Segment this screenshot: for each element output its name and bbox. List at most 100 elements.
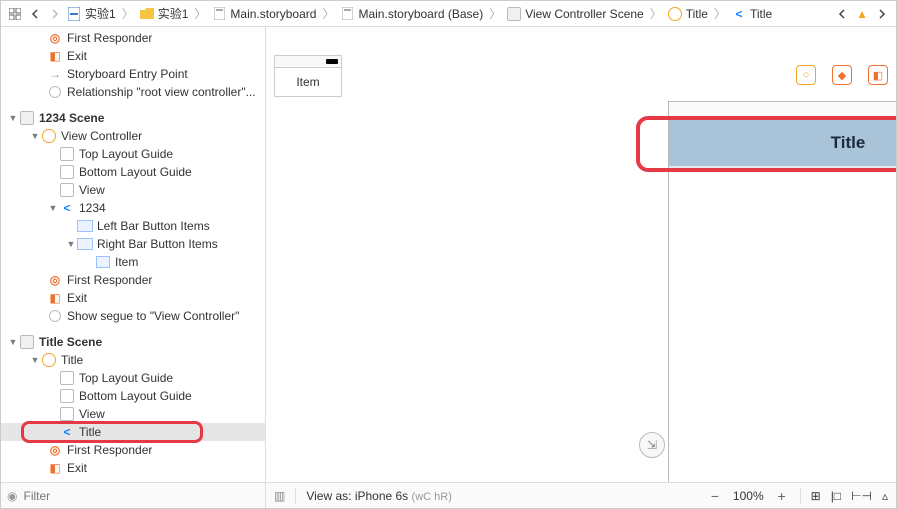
breadcrumb-label: Title — [750, 7, 772, 21]
filter-icon: ◉ — [7, 489, 17, 503]
breadcrumb-item-project[interactable]: 实验1 — [67, 5, 116, 22]
navbar-title[interactable]: Title — [831, 133, 866, 153]
storyboard-file-icon — [340, 7, 354, 21]
outline-row-right-bar[interactable]: ▼ Right Bar Button Items — [1, 235, 265, 253]
outline-row-relationship[interactable]: Relationship "root view controller"... — [1, 83, 265, 101]
document-outline[interactable]: ◎ First Responder ◧ Exit →Storyboard Entry… — [1, 27, 266, 482]
view-icon — [59, 407, 75, 421]
constraints-tool-1[interactable]: ⊞ — [811, 489, 821, 503]
exit-button[interactable]: ◧ — [868, 65, 888, 85]
bar-button-item-icon — [95, 255, 111, 269]
outline-label: Title — [79, 425, 101, 439]
layout-guide-icon — [59, 389, 75, 403]
disclosure-icon[interactable]: ▼ — [47, 203, 59, 213]
next-counterpart-button[interactable] — [874, 6, 890, 22]
select-vc-button[interactable]: ○ — [796, 65, 816, 85]
disclosure-icon[interactable]: ▼ — [29, 131, 41, 141]
forward-button[interactable] — [47, 6, 63, 22]
back-button[interactable] — [27, 6, 43, 22]
breadcrumb-item-storyboard-base[interactable]: Main.storyboard (Base) — [340, 7, 483, 21]
breadcrumb-item-scene[interactable]: View Controller Scene — [507, 7, 644, 21]
status-bar — [669, 102, 896, 120]
mini-navbar-item: Item — [296, 75, 319, 89]
segue-icon — [47, 309, 63, 323]
disclosure-icon[interactable]: ▼ — [29, 355, 41, 365]
outline-row-bottom-guide-2[interactable]: Bottom Layout Guide — [1, 387, 265, 405]
device-canvas[interactable]: Title — [668, 101, 896, 482]
chevron-right-icon: 〉 — [322, 5, 334, 22]
outline-row-first-responder-3[interactable]: ◎First Responder — [1, 441, 265, 459]
exit-icon: ◧ — [47, 461, 63, 475]
outline-row-title-scene[interactable]: ▼ Title Scene — [1, 333, 265, 351]
outline-label: Top Layout Guide — [79, 371, 173, 385]
warning-icon[interactable]: ▲ — [856, 7, 868, 21]
outline-row-exit-2[interactable]: ◧Exit — [1, 289, 265, 307]
outline-label: Right Bar Button Items — [97, 237, 218, 251]
chevron-right-icon: 〉 — [194, 5, 206, 22]
toggle-outline-icon[interactable]: ▥ — [274, 489, 285, 503]
navigation-bar[interactable]: Title — [669, 120, 896, 166]
outline-row-left-bar[interactable]: Left Bar Button Items — [1, 217, 265, 235]
first-responder-button[interactable]: ◆ — [832, 65, 852, 85]
zoom-in-button[interactable]: + — [774, 488, 790, 504]
outline-row-item[interactable]: Item — [1, 253, 265, 271]
exit-icon: ◧ — [47, 49, 63, 63]
outline-row-bottom-guide[interactable]: Bottom Layout Guide — [1, 163, 265, 181]
navbar-bottom-separator — [669, 166, 896, 170]
outline-label: Exit — [67, 291, 87, 305]
scene-toolbar: ○ ◆ ◧ — [796, 65, 888, 85]
bar-items-icon — [77, 237, 93, 251]
outline-row-scene-1234[interactable]: ▼1234 Scene — [1, 109, 265, 127]
scene-icon — [19, 111, 35, 125]
outline-row-entry[interactable]: →Storyboard Entry Point — [1, 65, 265, 83]
outline-row-nav-1234[interactable]: ▼<1234 — [1, 199, 265, 217]
outline-label: Item — [115, 255, 138, 269]
outline-label: First Responder — [67, 31, 152, 45]
outline-row-first-responder-truncated[interactable]: ◎ First Responder — [1, 29, 265, 47]
first-responder-icon: ◎ — [47, 31, 63, 45]
disclosure-icon[interactable]: ▼ — [7, 337, 19, 347]
layout-guide-icon — [59, 165, 75, 179]
mini-scene-preview[interactable]: Item — [274, 55, 342, 482]
outline-row-title-vc[interactable]: ▼ Title — [1, 351, 265, 369]
related-items-icon[interactable] — [7, 6, 23, 22]
outline-row-top-guide[interactable]: Top Layout Guide — [1, 145, 265, 163]
zoom-out-button[interactable]: − — [707, 488, 723, 504]
storyboard-canvas[interactable]: Item ○ ◆ ◧ Title ⇲ — [266, 27, 896, 482]
constraints-tool-4[interactable]: ▵ — [882, 489, 888, 503]
scene-icon — [507, 7, 521, 21]
outline-row-top-guide-2[interactable]: Top Layout Guide — [1, 369, 265, 387]
outline-filter-bar: ◉ — [1, 482, 265, 508]
breadcrumb-item-folder[interactable]: 实验1 — [140, 5, 189, 22]
outline-label: Bottom Layout Guide — [79, 389, 192, 403]
outline-row-exit[interactable]: ◧ Exit — [1, 47, 265, 65]
zoom-level: 100% — [733, 489, 764, 503]
outline-label: Exit — [67, 49, 87, 63]
view-as-label[interactable]: View as: iPhone 6s (wC hR) — [306, 489, 452, 503]
disclosure-icon[interactable]: ▼ — [7, 113, 19, 123]
outline-label: Title Scene — [39, 335, 102, 349]
breadcrumb-label: View Controller Scene — [525, 7, 644, 21]
outline-row-exit-3[interactable]: ◧Exit — [1, 459, 265, 477]
outline-row-view[interactable]: View — [1, 181, 265, 199]
first-responder-icon: ◎ — [47, 443, 63, 457]
chevron-right-icon: 〉 — [650, 5, 662, 22]
constraints-tool-2[interactable]: |□ — [831, 489, 841, 503]
embed-in-button[interactable]: ⇲ — [639, 432, 665, 458]
outline-label: Title — [61, 353, 83, 367]
filter-input[interactable] — [23, 489, 259, 503]
breadcrumb-item-title-vc[interactable]: Title — [668, 7, 708, 21]
outline-row-view-2[interactable]: View — [1, 405, 265, 423]
disclosure-icon[interactable]: ▼ — [65, 239, 77, 249]
outline-row-segue[interactable]: Show segue to "View Controller" — [1, 307, 265, 325]
breadcrumb-item-nav-title[interactable]: < Title — [732, 7, 772, 21]
outline-label: View — [79, 183, 105, 197]
prev-counterpart-button[interactable] — [834, 6, 850, 22]
breadcrumb-item-storyboard[interactable]: Main.storyboard — [212, 7, 316, 21]
outline-row-view-controller[interactable]: ▼ View Controller — [1, 127, 265, 145]
constraints-tool-3[interactable]: ⊢⊣ — [851, 489, 872, 503]
outline-row-first-responder[interactable]: ◎First Responder — [1, 271, 265, 289]
outline-row-nav-title[interactable]: <Title — [1, 423, 265, 441]
mini-navbar: Item — [274, 67, 342, 97]
outline-label: View Controller — [61, 129, 142, 143]
